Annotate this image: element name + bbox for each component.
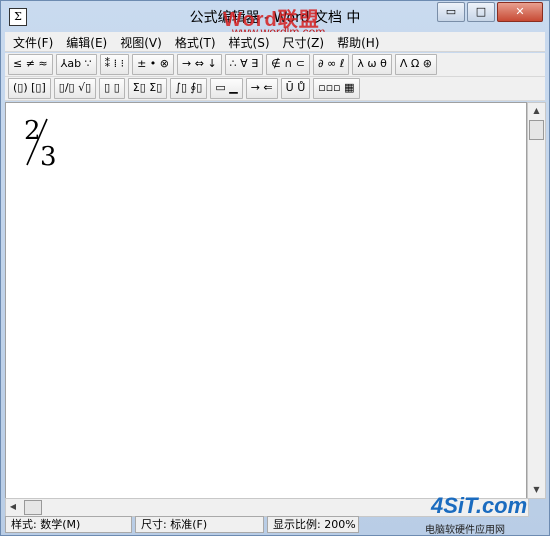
integral-templates-button[interactable]: ∫▯ ∮▯ [170,78,208,99]
symbol-palette-bar: ≤ ≠ ≈ ⅄ab ∵ ⁑ ⁞ ⁝ ± • ⊗ → ⇔ ↓ ∴ ∀ ∃ ∉ ∩ … [5,53,545,77]
logical-symbols-button[interactable]: ∴ ∀ ∃ [224,54,264,75]
site-logo-text: 4SiT.com [431,493,528,518]
menu-bar: 文件(F) 编辑(E) 视图(V) 格式(T) 样式(S) 尺寸(Z) 帮助(H… [5,32,545,52]
menu-format[interactable]: 格式(T) [167,32,221,51]
set-theory-symbols-button[interactable]: ∉ ∩ ⊂ [266,54,310,75]
template-palette-bar: (▯) [▯] ▯/▯ √▯ ▯ ▯ Σ▯ Σ▯ ∫▯ ∮▯ ▭ ▁ → ⇐ Ū… [5,77,545,101]
products-set-theory-templates-button[interactable]: Ū Ů [280,78,311,99]
equation-canvas[interactable]: 2 3 [5,102,527,499]
greek-lowercase-button[interactable]: λ ω θ [352,54,392,75]
menu-help[interactable]: 帮助(H) [329,32,384,51]
spaces-ellipses-button[interactable]: ⅄ab ∵ [55,54,97,75]
site-logo-subtitle: 电脑软硬件应用网 [425,525,505,536]
vertical-scroll-thumb[interactable] [529,120,544,140]
fraction-radical-templates-button[interactable]: ▯/▯ √▯ [53,78,97,99]
operator-symbols-button[interactable]: ± • ⊗ [132,54,175,75]
menu-file[interactable]: 文件(F) [5,32,58,51]
misc-symbols-button[interactable]: ∂ ∞ ℓ [312,54,350,75]
title-bar: Σ 公式编辑器 - Word 文档 中 Word联盟 www.wordlm.co… [1,1,549,39]
menu-size[interactable]: 尺寸(Z) [275,32,330,51]
subscript-superscript-templates-button[interactable]: ▯ ▯ [99,78,125,99]
matrix-templates-button[interactable]: ▫▫▫ ▦ [313,78,360,99]
labeled-arrow-templates-button[interactable]: → ⇐ [245,78,278,99]
fence-templates-button[interactable]: (▯) [▯] [8,78,51,99]
status-style: 样式: 数学(M) [5,516,132,533]
fraction-equation[interactable]: 2 3 [20,115,64,169]
horizontal-scroll-thumb[interactable] [24,500,42,515]
vertical-scrollbar[interactable]: ▲ ▼ [527,102,546,499]
scroll-left-arrow-icon[interactable]: ◀ [6,499,20,514]
window-controls: ▭ □ ✕ [435,2,543,22]
relational-symbols-button[interactable]: ≤ ≠ ≈ [8,54,53,75]
status-zoom: 显示比例: 200% [267,516,359,533]
minimize-button[interactable]: ▭ [437,2,465,22]
arrow-symbols-button[interactable]: → ⇔ ↓ [177,54,222,75]
site-logo: 4SiT.com 电脑软硬件应用网 [425,493,543,536]
embellishments-button[interactable]: ⁑ ⁞ ⁝ [99,54,130,75]
maximize-button[interactable]: □ [467,2,495,22]
underbar-overbar-templates-button[interactable]: ▭ ▁ [210,78,243,99]
equation-editor-window: Σ 公式编辑器 - Word 文档 中 Word联盟 www.wordlm.co… [0,0,550,536]
fraction-denominator: 3 [40,142,57,169]
menu-edit[interactable]: 编辑(E) [58,32,112,51]
menu-style[interactable]: 样式(S) [221,32,275,51]
menu-view[interactable]: 视图(V) [112,32,167,51]
summation-templates-button[interactable]: Σ▯ Σ▯ [127,78,168,99]
scroll-up-arrow-icon[interactable]: ▲ [528,103,545,119]
greek-uppercase-button[interactable]: Λ Ω ⊛ [394,54,437,75]
status-size: 尺寸: 标准(F) [135,516,264,533]
close-button[interactable]: ✕ [497,2,543,22]
